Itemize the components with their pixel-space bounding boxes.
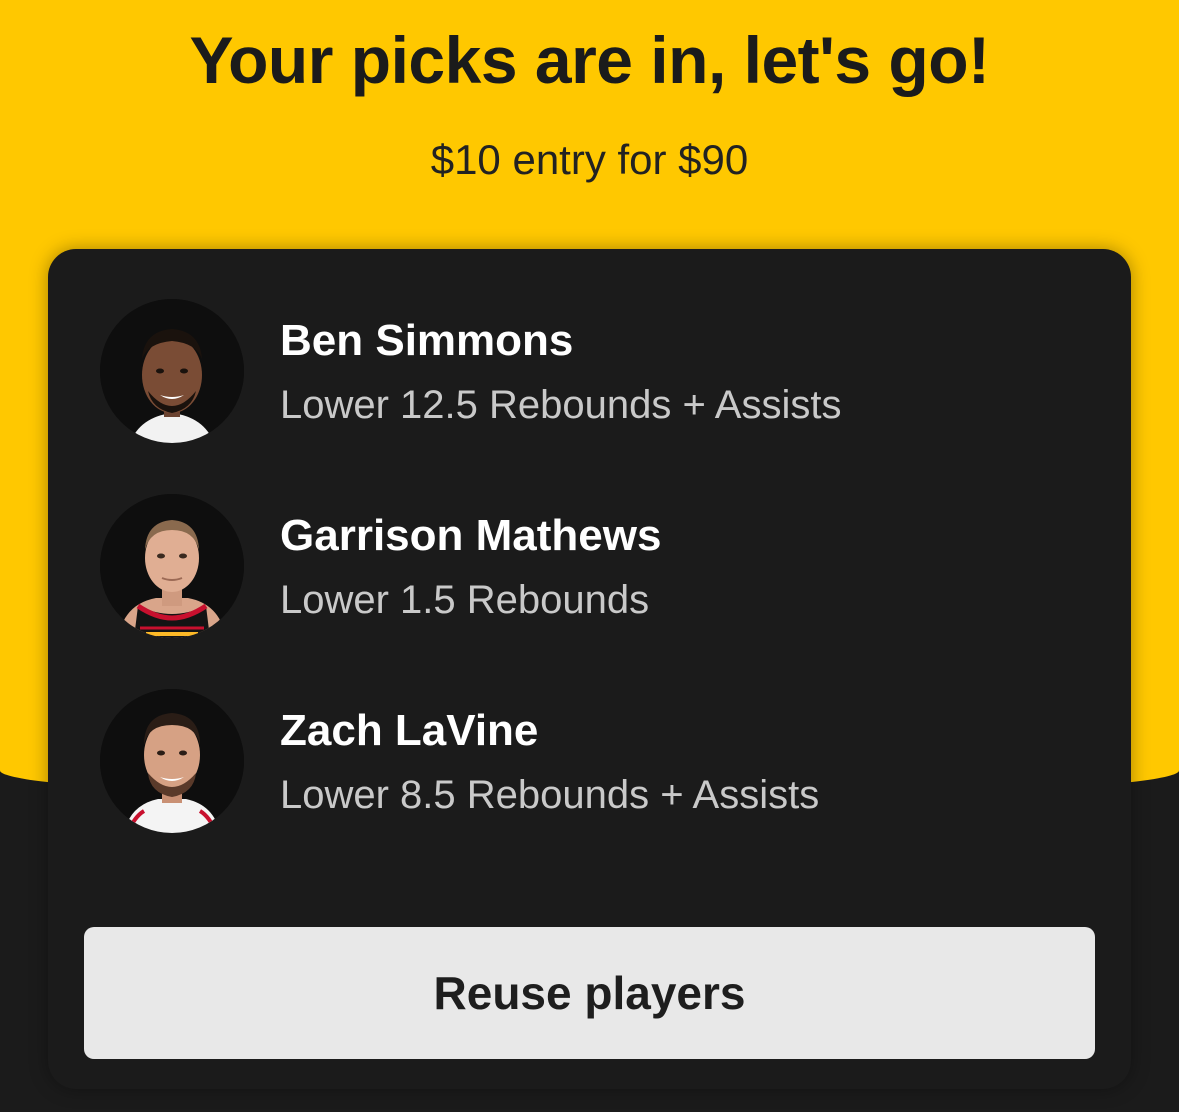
pick-line: Lower 1.5 Rebounds — [280, 578, 650, 622]
pick-item: Ben Simmons Lower 12.5 Rebounds + Assist… — [100, 299, 1080, 449]
player-avatar-icon — [100, 299, 244, 443]
pick-line: Lower 8.5 Rebounds + Assists — [280, 773, 820, 817]
pick-item: Garrison Mathews Lower 1.5 Rebounds — [100, 494, 1080, 644]
player-avatar-icon — [100, 494, 244, 638]
player-name: Zach LaVine — [280, 706, 539, 755]
player-name: Ben Simmons — [280, 316, 574, 365]
picks-card: Ben Simmons Lower 12.5 Rebounds + Assist… — [48, 249, 1131, 1089]
reuse-players-button[interactable]: Reuse players — [84, 927, 1095, 1059]
page-title: Your picks are in, let's go! — [189, 23, 990, 97]
player-avatar-icon — [100, 689, 244, 833]
player-name: Garrison Mathews — [280, 511, 662, 560]
pick-line: Lower 12.5 Rebounds + Assists — [280, 383, 842, 427]
entry-summary: $10 entry for $90 — [430, 136, 749, 183]
pick-item: Zach LaVine Lower 8.5 Rebounds + Assists — [100, 689, 1080, 839]
